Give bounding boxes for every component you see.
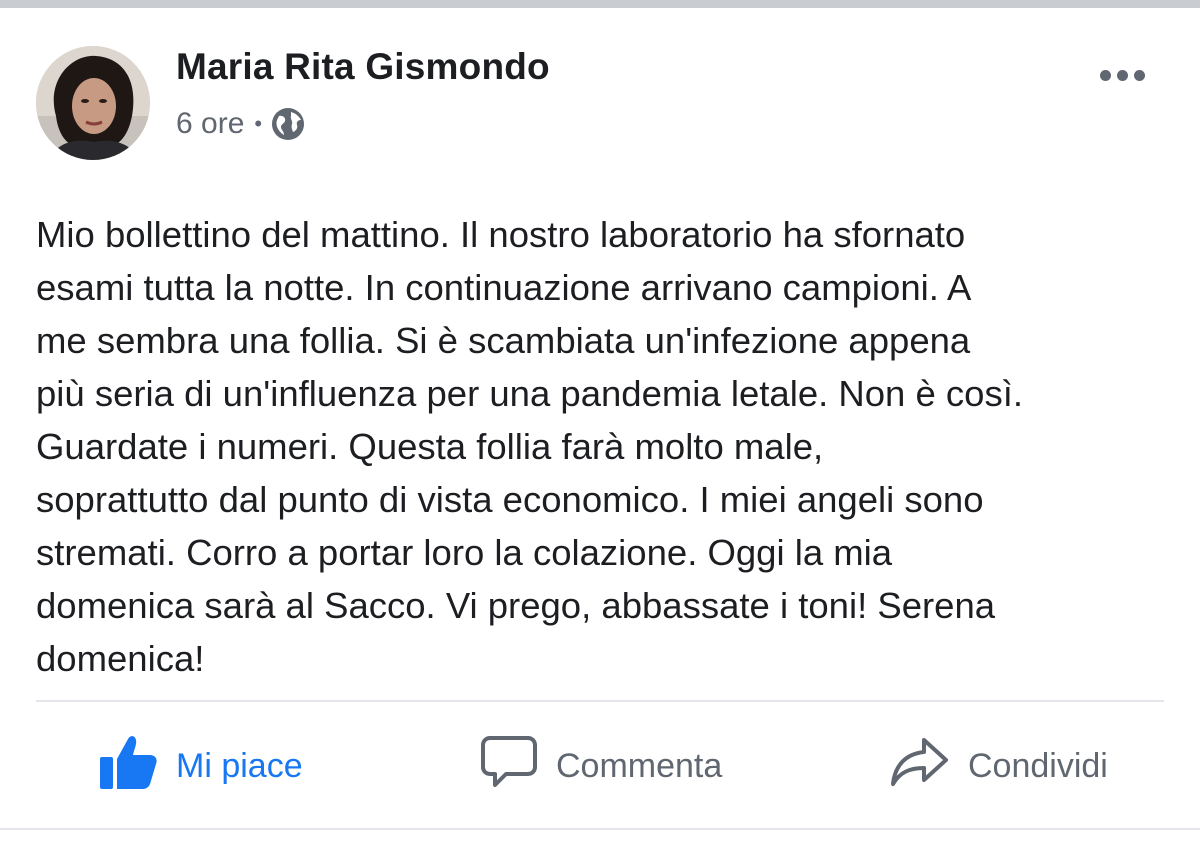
more-options-button[interactable] <box>1092 58 1152 92</box>
post-text-line: domenica! <box>36 638 205 679</box>
post-text-line: esami tutta la notte. In continuazione a… <box>36 267 972 308</box>
share-button[interactable]: Condividi <box>890 726 1108 806</box>
share-label: Condividi <box>968 746 1108 785</box>
action-divider <box>36 700 1164 702</box>
post-time[interactable]: 6 ore <box>176 107 244 141</box>
globe-icon[interactable] <box>270 106 306 142</box>
post-text-line: Guardate i numeri. Questa follia farà mo… <box>36 426 824 467</box>
post-text-line: stremati. Corro a portar loro la colazio… <box>36 532 893 573</box>
comment-label: Commenta <box>556 746 723 785</box>
like-label: Mi piace <box>176 746 303 785</box>
thumbs-up-icon <box>98 733 158 800</box>
avatar[interactable] <box>36 46 150 160</box>
post-text-line: più seria di un'influenza per una pandem… <box>36 373 1024 414</box>
bottom-divider <box>0 828 1200 830</box>
more-options-icon <box>1099 69 1111 81</box>
share-arrow-icon <box>890 734 950 799</box>
more-options-dot <box>1116 69 1128 81</box>
more-options-dot <box>1133 69 1145 81</box>
top-border <box>0 0 1200 8</box>
facebook-post: Maria Rita Gismondo 6 ore • Mio bolletti… <box>0 8 1200 845</box>
author-name[interactable]: Maria Rita Gismondo <box>176 46 550 88</box>
post-meta: 6 ore • <box>176 106 306 142</box>
like-button[interactable]: Mi piace <box>98 726 303 806</box>
post-text-line: domenica sarà al Sacco. Vi prego, abbass… <box>36 585 996 626</box>
post-text-line: soprattutto dal punto di vista economico… <box>36 479 984 520</box>
meta-separator: • <box>254 111 263 136</box>
comment-bubble-icon <box>480 734 538 799</box>
post-text-line: Mio bollettino del mattino. Il nostro la… <box>36 214 966 255</box>
comment-button[interactable]: Commenta <box>480 726 722 806</box>
action-bar: Mi piace Commenta Condividi <box>0 726 1200 806</box>
post-text: Mio bollettino del mattino. Il nostro la… <box>36 208 1176 685</box>
post-text-line: me sembra una follia. Si è scambiata un'… <box>36 320 971 361</box>
avatar-image <box>36 46 150 160</box>
